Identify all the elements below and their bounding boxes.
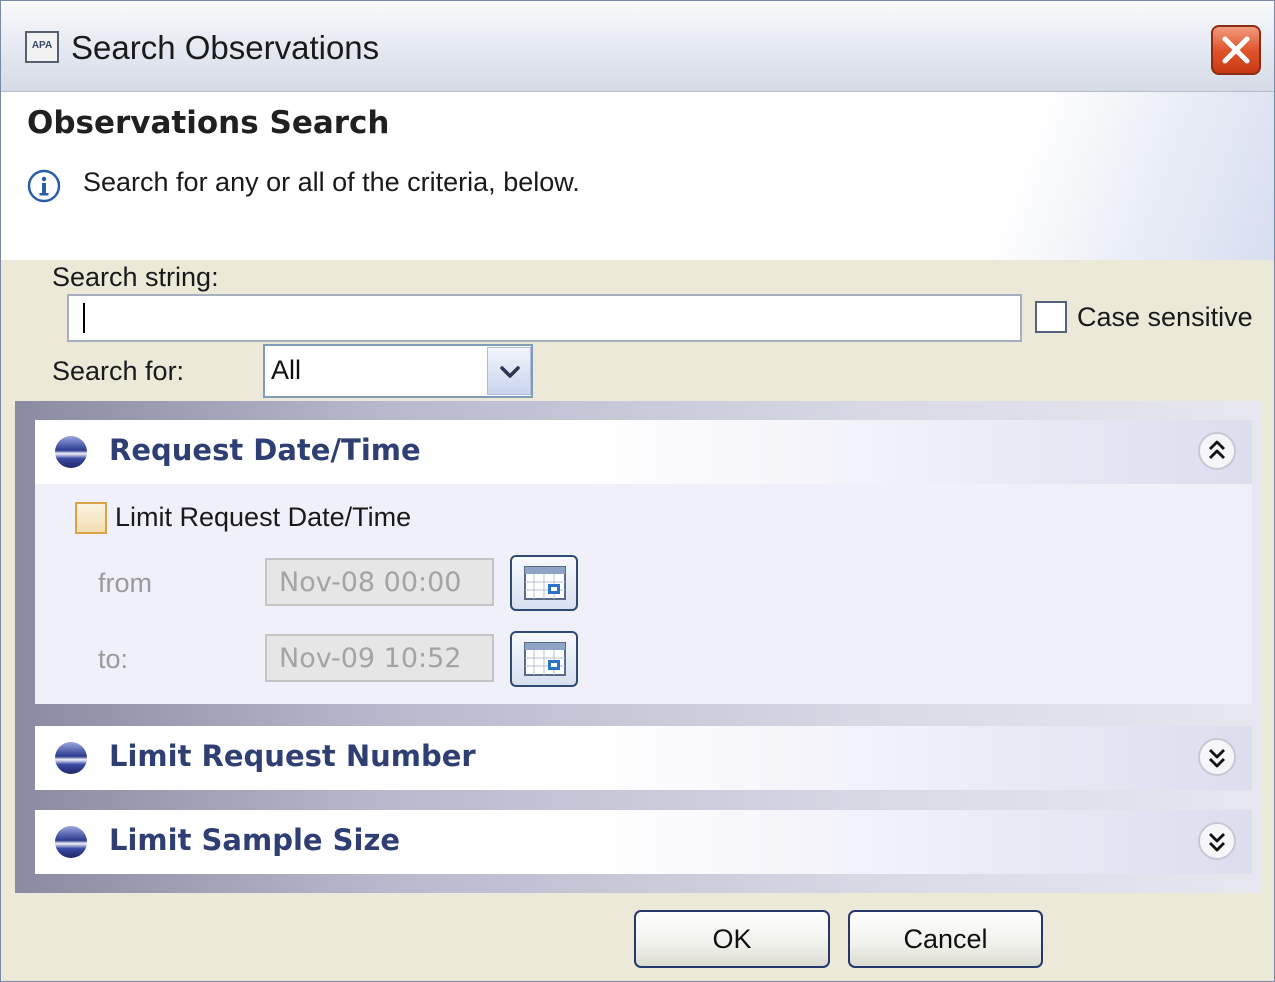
cancel-button[interactable]: Cancel <box>848 910 1043 968</box>
calendar-icon <box>524 566 566 600</box>
expand-icon[interactable] <box>1197 737 1237 777</box>
ok-button[interactable]: OK <box>634 910 830 968</box>
case-sensitive-checkbox[interactable] <box>1035 301 1067 333</box>
to-date-value: Nov-09 10:52 <box>279 643 462 674</box>
calendar-icon <box>524 642 566 676</box>
globe-icon <box>55 436 87 468</box>
from-calendar-button[interactable] <box>510 555 578 611</box>
chevron-down-icon <box>500 366 520 378</box>
section-title[interactable]: Limit Sample Size <box>109 823 400 857</box>
app-icon: APA <box>25 31 59 63</box>
info-icon <box>27 169 61 203</box>
dropdown-button[interactable] <box>487 347 531 395</box>
from-label: from <box>98 568 152 598</box>
globe-icon <box>55 826 87 858</box>
text-caret <box>83 303 85 333</box>
limit-date-checkbox[interactable] <box>75 502 107 534</box>
search-for-value: All <box>271 355 302 385</box>
globe-icon <box>55 742 87 774</box>
section-title[interactable]: Request Date/Time <box>109 433 421 467</box>
collapse-icon[interactable] <box>1197 431 1237 471</box>
limit-date-label[interactable]: Limit Request Date/Time <box>115 502 411 533</box>
window-title: Search Observations <box>71 29 380 66</box>
case-sensitive-label[interactable]: Case sensitive <box>1077 302 1253 333</box>
to-label: to: <box>98 644 129 674</box>
search-string-label: Search string: <box>52 262 219 292</box>
header-message: Search for any or all of the criteria, b… <box>83 167 580 197</box>
page-title: Observations Search <box>27 105 390 141</box>
search-string-input[interactable] <box>67 294 1022 342</box>
section-title[interactable]: Limit Request Number <box>109 739 476 773</box>
dialog-window: APA Search Observations Observations Sea… <box>0 0 1275 982</box>
to-calendar-button[interactable] <box>510 631 578 687</box>
expand-icon[interactable] <box>1197 821 1237 861</box>
from-date-value: Nov-08 00:00 <box>279 567 462 598</box>
close-icon <box>1222 36 1250 64</box>
search-for-label: Search for: <box>52 356 185 386</box>
close-button[interactable] <box>1211 25 1261 75</box>
